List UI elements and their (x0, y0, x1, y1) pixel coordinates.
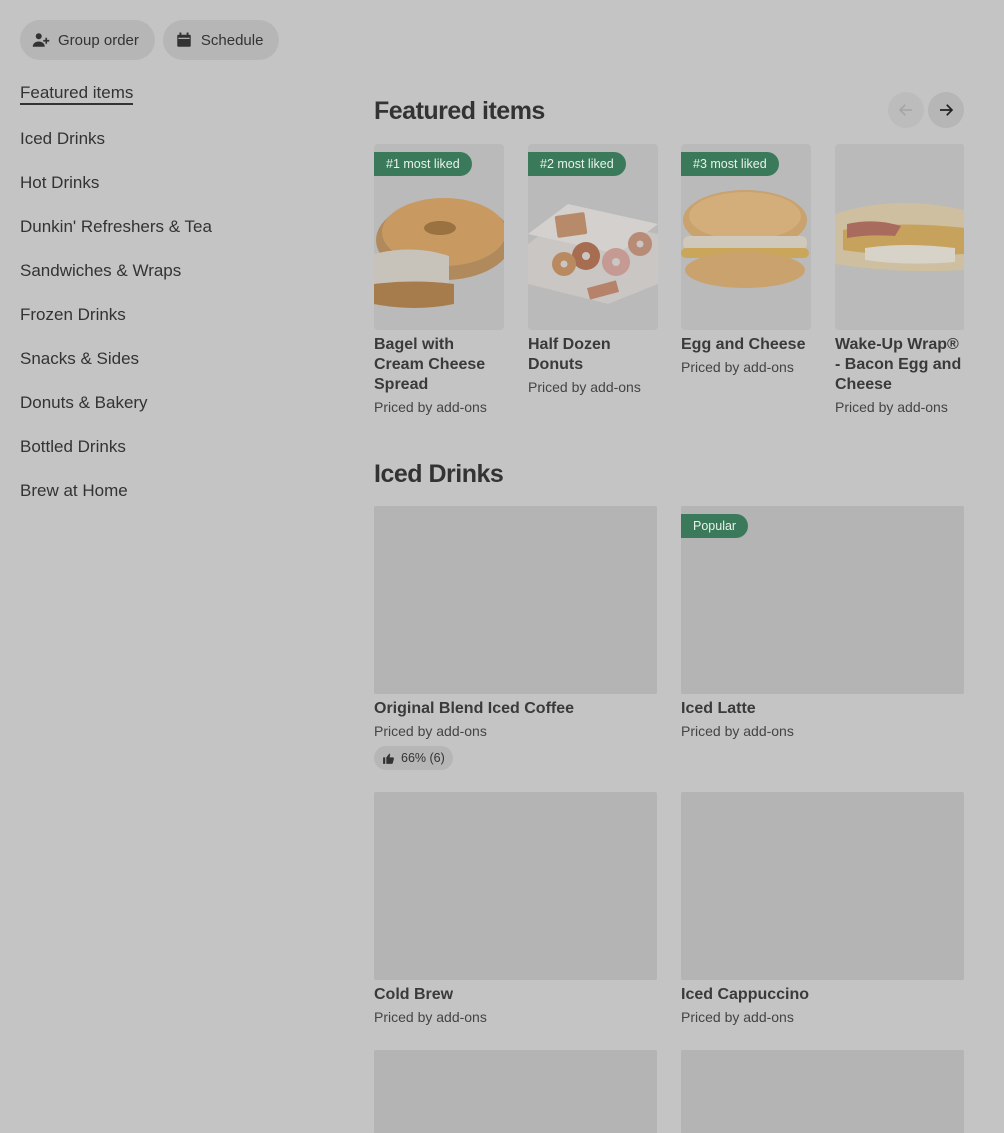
item-image-placeholder (374, 1050, 657, 1133)
featured-title: Featured items (374, 97, 545, 125)
item-image-placeholder (681, 792, 964, 980)
group-order-button[interactable]: Group order (20, 20, 155, 60)
carousel-prev-button[interactable] (888, 92, 924, 128)
item-image-placeholder: Popular (681, 506, 964, 694)
top-actions: Group order Schedule (20, 20, 280, 60)
item-price: Priced by add-ons (374, 723, 487, 739)
arrow-right-icon (940, 104, 954, 116)
featured-header: Featured items (374, 90, 964, 130)
thumbs-up-icon (383, 753, 394, 764)
menu-item-card[interactable]: Popular Iced Latte Priced by add-ons (681, 506, 964, 740)
category-sidebar: Featured items Iced Drinks Hot Drinks Du… (20, 82, 320, 524)
item-image-placeholder (681, 1050, 964, 1133)
featured-card-egg-cheese[interactable]: #3 most liked Egg and Cheese Priced by a… (681, 144, 811, 376)
most-liked-badge: #1 most liked (374, 152, 472, 176)
schedule-label: Schedule (200, 31, 264, 49)
sidebar-item-snacks-sides[interactable]: Snacks & Sides (20, 348, 320, 392)
item-name: Bagel with Cream Cheese Spread (374, 336, 486, 393)
item-name: Wake-Up Wrap® - Bacon Egg and Cheese (835, 336, 962, 393)
bagel-image: #1 most liked (374, 144, 504, 330)
sidebar-item-refreshers-tea[interactable]: Dunkin' Refreshers & Tea (20, 216, 320, 260)
item-name: Iced Cappuccino (681, 986, 810, 1003)
item-image-placeholder (374, 792, 657, 980)
sidebar-item-sandwiches-wraps[interactable]: Sandwiches & Wraps (20, 260, 320, 304)
sidebar-item-brew-at-home[interactable]: Brew at Home (20, 480, 320, 524)
sidebar-item-bottled-drinks[interactable]: Bottled Drinks (20, 436, 320, 480)
most-liked-badge: #2 most liked (528, 152, 626, 176)
calendar-icon (175, 31, 193, 49)
item-name: Original Blend Iced Coffee (374, 700, 575, 717)
sidebar-item-iced-drinks[interactable]: Iced Drinks (20, 128, 320, 172)
item-name: Cold Brew (374, 986, 454, 1003)
item-name: Egg and Cheese (681, 336, 806, 353)
item-name: Iced Latte (681, 700, 756, 717)
menu-item-card[interactable] (374, 1050, 657, 1133)
menu-item-card[interactable] (681, 1050, 964, 1133)
item-price: Priced by add-ons (374, 399, 487, 415)
sidebar-item-featured-items[interactable]: Featured items (20, 82, 320, 128)
carousel-next-button[interactable] (928, 92, 964, 128)
sidebar-item-frozen-drinks[interactable]: Frozen Drinks (20, 304, 320, 348)
item-price: Priced by add-ons (835, 399, 948, 415)
iced-drinks-title: Iced Drinks (374, 460, 504, 488)
sidebar-item-hot-drinks[interactable]: Hot Drinks (20, 172, 320, 216)
menu-item-card[interactable]: Cold Brew Priced by add-ons (374, 792, 657, 1026)
item-price: Priced by add-ons (681, 359, 794, 375)
most-liked-badge: #3 most liked (681, 152, 779, 176)
menu-item-card[interactable]: Original Blend Iced Coffee Priced by add… (374, 506, 657, 770)
menu-item-card[interactable]: Iced Cappuccino Priced by add-ons (681, 792, 964, 1026)
featured-carousel: #1 most liked Bagel with Cream Cheese Sp… (374, 144, 964, 424)
carousel-controls (888, 92, 964, 128)
arrow-left-icon (898, 104, 912, 116)
item-price: Priced by add-ons (681, 1009, 794, 1025)
sidebar-item-donuts-bakery[interactable]: Donuts & Bakery (20, 392, 320, 436)
item-name: Half Dozen Donuts (528, 336, 611, 373)
item-price: Priced by add-ons (681, 723, 794, 739)
add-person-icon (32, 31, 50, 49)
rating-badge: 66% (6) (374, 746, 453, 770)
featured-card-wake-up-wrap[interactable]: Wake-Up Wrap® - Bacon Egg and Cheese Pri… (835, 144, 964, 416)
popular-badge: Popular (681, 514, 749, 538)
donut-box-image: #2 most liked (528, 144, 658, 330)
wrap-image (835, 144, 964, 330)
schedule-button[interactable]: Schedule (162, 20, 280, 60)
item-price: Priced by add-ons (374, 1009, 487, 1025)
featured-card-bagel[interactable]: #1 most liked Bagel with Cream Cheese Sp… (374, 144, 504, 416)
item-image-placeholder (374, 506, 657, 694)
featured-card-donuts[interactable]: #2 most liked Half Dozen Donuts Priced b… (528, 144, 658, 396)
item-price: Priced by add-ons (528, 379, 641, 395)
egg-sandwich-image: #3 most liked (681, 144, 811, 330)
rating-text: 66% (6) (401, 751, 445, 765)
group-order-label: Group order (58, 31, 139, 49)
